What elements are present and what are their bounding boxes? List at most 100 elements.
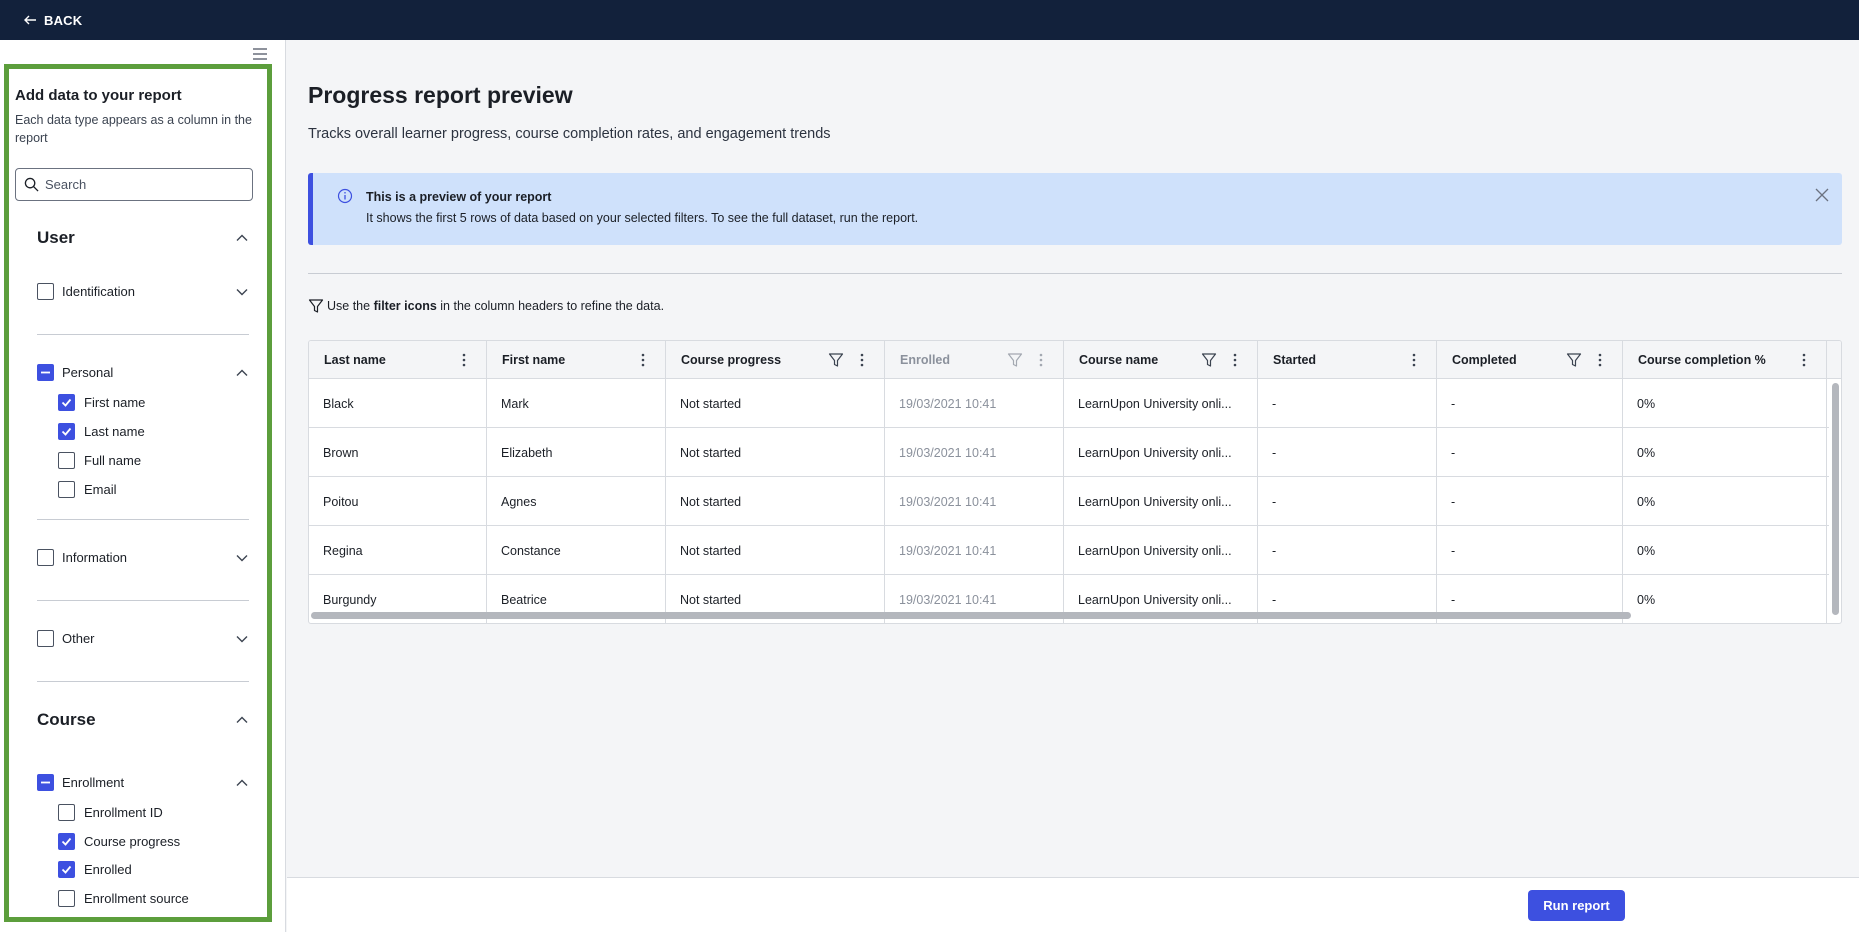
chevron-down-icon[interactable] [235,285,249,299]
table-cell: 19/03/2021 10:41 [885,379,1064,428]
table-cell: - [1258,526,1437,575]
course-progress-checkbox[interactable] [58,833,75,850]
section-user[interactable]: User [37,228,249,248]
last-name-checkbox[interactable] [58,423,75,440]
kebab-menu-icon[interactable] [860,353,864,367]
group-other-label: Other [62,631,95,646]
first-name-checkbox[interactable] [58,394,75,411]
table-cell: - [1437,379,1623,428]
hint-text-before: Use the [327,299,371,313]
sidebar-title: Add data to your report [15,87,182,104]
column-header[interactable]: Completed [1437,341,1623,379]
filter-icon[interactable] [1566,352,1582,368]
group-enrollment[interactable]: Enrollment [37,774,249,791]
page-subtitle: Tracks overall learner progress, course … [308,126,831,142]
item-label: Enrollment ID [84,805,163,820]
column-header[interactable]: First name [487,341,666,379]
section-course[interactable]: Course [37,710,249,730]
column-header[interactable]: Course completion % [1623,341,1827,379]
minus-icon [41,781,50,784]
group-other[interactable]: Other [37,630,249,647]
table-cell: - [1258,379,1437,428]
column-header[interactable]: Last name [309,341,487,379]
item-label: Enrolled [84,862,132,877]
kebab-menu-icon[interactable] [1598,353,1602,367]
kebab-menu-icon[interactable] [1412,353,1416,367]
table-row: Regina Constance Not started 19/03/2021 10:… [309,526,1829,575]
kebab-menu-icon[interactable] [1233,353,1237,367]
item-enrolled[interactable]: Enrolled [58,861,132,878]
item-full-name[interactable]: Full name [58,452,141,469]
search-box[interactable] [15,168,253,201]
item-email[interactable]: Email [58,481,117,498]
check-icon [61,865,72,874]
item-label: Enrollment source [84,891,189,906]
chevron-down-icon[interactable] [235,632,249,646]
kebab-menu-icon[interactable] [1039,353,1043,367]
item-first-name[interactable]: First name [58,394,145,411]
column-header-label: Completed [1452,353,1517,367]
column-header[interactable]: Course progress [666,341,885,379]
back-button[interactable]: BACK [22,9,82,31]
item-label: Last name [84,424,145,439]
close-icon[interactable] [1814,187,1830,203]
kebab-menu-icon[interactable] [641,353,645,367]
other-checkbox[interactable] [37,630,54,647]
kebab-menu-icon[interactable] [462,353,466,367]
group-enrollment-label: Enrollment [62,775,125,790]
column-header[interactable]: Enrolled [885,341,1064,379]
table-cell: - [1437,526,1623,575]
item-course-progress[interactable]: Course progress [58,833,180,850]
table-header: Last name First name Course progress Enroll… [309,341,1841,379]
vertical-scrollbar[interactable] [1832,383,1839,615]
preview-banner: This is a preview of your report It show… [308,173,1842,245]
filter-icon[interactable] [828,352,844,368]
info-icon [337,188,353,204]
email-checkbox[interactable] [58,481,75,498]
filter-icon[interactable] [1007,352,1023,368]
column-header[interactable]: Started [1258,341,1437,379]
table-cell: Agnes [487,477,666,526]
divider [37,681,249,682]
item-label: Email [84,482,117,497]
kebab-menu-icon[interactable] [1802,353,1806,367]
arrow-left-icon [24,15,36,25]
horizontal-scrollbar[interactable] [311,612,1631,619]
information-checkbox[interactable] [37,549,54,566]
chevron-down-icon[interactable] [235,551,249,565]
table-cell: - [1437,428,1623,477]
enrollment-source-checkbox[interactable] [58,890,75,907]
table-cell: 19/03/2021 10:41 [885,526,1064,575]
check-icon [61,427,72,436]
table-cell: LearnUpon University onli... [1064,526,1258,575]
enrolled-checkbox[interactable] [58,861,75,878]
table-row: Black Mark Not started 19/03/2021 10:41 Lear… [309,379,1829,428]
column-header[interactable]: Course name [1064,341,1258,379]
run-report-button[interactable]: Run report [1528,890,1625,921]
full-name-checkbox[interactable] [58,452,75,469]
section-user-label: User [37,228,75,247]
personal-checkbox[interactable] [37,364,54,381]
data-sidebar: Add data to your report Each data type a… [0,40,286,932]
group-information[interactable]: Information [37,549,249,566]
table-cell: 0% [1623,526,1827,575]
filter-icon[interactable] [1201,352,1217,368]
group-personal[interactable]: Personal [37,364,249,381]
menu-collapse-icon[interactable] [252,47,268,61]
table-cell: Not started [666,428,885,477]
enrollment-id-checkbox[interactable] [58,804,75,821]
column-header-label: Course progress [681,353,782,367]
divider [37,519,249,520]
group-identification[interactable]: Identification [37,283,249,300]
item-enrollment-source[interactable]: Enrollment source [58,890,189,907]
chevron-up-icon[interactable] [235,366,249,380]
item-enrollment-id[interactable]: Enrollment ID [58,804,163,821]
item-last-name[interactable]: Last name [58,423,145,440]
chevron-up-icon [236,234,248,241]
filter-icon [308,299,324,313]
identification-checkbox[interactable] [37,283,54,300]
table-cell: 0% [1623,428,1827,477]
search-input[interactable] [45,177,245,192]
chevron-up-icon[interactable] [235,776,249,790]
enrollment-checkbox[interactable] [37,774,54,791]
